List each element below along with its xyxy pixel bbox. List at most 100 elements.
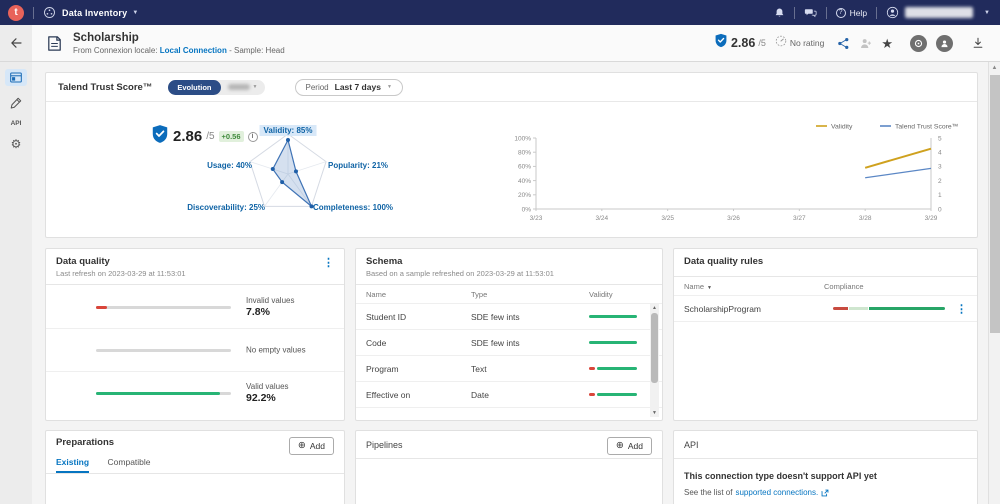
data-quality-title: Data quality [56, 256, 110, 267]
view-toggle-evolution[interactable]: Evolution [168, 79, 221, 95]
schema-table-body: Student ID SDE few ints Code SDE few ints Pr… [356, 303, 662, 417]
schema-scrollbar[interactable]: ▲ ▼ [650, 304, 659, 417]
chevron-down-icon: ▼ [386, 84, 392, 90]
plus-circle-icon: ⊕ [615, 440, 624, 452]
divider [825, 6, 827, 19]
owner-avatar-icon[interactable] [936, 34, 953, 52]
svg-text:Talend Trust Score™: Talend Trust Score™ [895, 123, 958, 130]
user-name-redacted [905, 7, 974, 18]
svg-text:3/23: 3/23 [530, 215, 543, 222]
table-row[interactable]: ScholarshipProgram ⋮ [674, 295, 977, 322]
app-switcher-icon[interactable] [43, 6, 56, 19]
preparations-card: Preparations Existing Compatible ⊕ Add [45, 430, 345, 504]
schema-field-name: Student ID [366, 311, 407, 322]
compliance-segment [849, 306, 869, 310]
talend-logo[interactable]: t [8, 4, 24, 21]
page-title: Scholarship [73, 31, 139, 44]
validity-bar [589, 367, 637, 370]
api-card: API This connection type doesn't support… [673, 430, 978, 504]
metric-value: 92.2% [246, 392, 276, 404]
compliance-bar [833, 306, 945, 310]
sidebar-item-api[interactable]: API [11, 120, 22, 127]
data-quality-rules-card: Data quality rules Name ▼ Compliance Scho… [673, 248, 978, 421]
kebab-menu-icon[interactable]: ⋮ [956, 302, 967, 315]
trust-card-body: 2.86 /5 +0.56 i Validity: 85% Popularity:… [46, 102, 977, 237]
back-button[interactable] [0, 25, 32, 61]
add-pipeline-button[interactable]: ⊕ Add [606, 437, 652, 455]
download-button[interactable] [972, 37, 984, 49]
period-select[interactable]: Period Last 7 days ▼ [294, 78, 403, 96]
view-toggle: Evolution ▼ [168, 79, 265, 95]
rating-control[interactable]: No rating [775, 34, 824, 52]
svg-text:3: 3 [938, 164, 942, 171]
table-row[interactable]: Effective on Date [356, 381, 662, 407]
quality-metric-row: Valid values 92.2% [46, 371, 344, 414]
column-header-name[interactable]: Name [356, 290, 471, 299]
sidebar-item-overview[interactable] [5, 69, 27, 86]
subtitle-separator: - [229, 45, 232, 55]
top-nav: t Data Inventory ▼ ? Help ▼ [0, 0, 1000, 25]
user-avatar-icon[interactable] [886, 6, 899, 19]
favorite-star-icon[interactable]: ★ [881, 37, 893, 50]
page-scrollbar[interactable]: ▲ [988, 62, 1000, 504]
divider [793, 6, 795, 19]
svg-text:40%: 40% [518, 178, 531, 185]
data-quality-metrics: Invalid values 7.8% No empty values Valid v… [46, 285, 344, 414]
tab-existing[interactable]: Existing [56, 457, 90, 473]
metric-labels: Invalid values 7.8% [246, 296, 294, 318]
svg-text:20%: 20% [518, 192, 531, 199]
add-preparation-button[interactable]: ⊕ Add [288, 437, 334, 455]
help-menu[interactable]: ? Help [835, 7, 867, 18]
app-badge-icon[interactable] [910, 34, 927, 52]
column-header-name[interactable]: Name ▼ [674, 282, 824, 291]
schema-field-name: Code [366, 337, 387, 348]
table-row[interactable]: Student ID SDE few ints [356, 303, 662, 329]
page-header: Scholarship From Connexion locale: Local… [0, 25, 1000, 62]
trust-score-card: Talend Trust Score™ Evolution ▼ Period L… [45, 72, 978, 238]
scrollbar-thumb[interactable] [990, 75, 1000, 333]
feedback-chat-icon[interactable] [804, 7, 817, 19]
svg-text:5: 5 [938, 135, 942, 142]
scroll-down-icon[interactable]: ▼ [650, 409, 659, 417]
column-header-compliance[interactable]: Compliance [824, 282, 864, 291]
invalid-segment [589, 367, 595, 370]
trust-score-summary: 2.86 /5 [714, 33, 766, 53]
sort-caret-icon: ▼ [707, 284, 712, 291]
chevron-down-icon[interactable]: ▼ [984, 10, 990, 16]
connection-link[interactable]: Local Connection [160, 46, 227, 55]
svg-text:4: 4 [938, 150, 942, 157]
scroll-up-icon[interactable]: ▲ [650, 304, 659, 312]
schema-field-name: Effective on [366, 389, 411, 400]
svg-text:60%: 60% [518, 164, 531, 171]
api-body: This connection type doesn't support API… [674, 459, 977, 497]
notifications-bell-icon[interactable] [774, 7, 785, 19]
column-header-type[interactable]: Type [471, 290, 589, 299]
svg-text:0%: 0% [522, 206, 532, 213]
column-header-validity[interactable]: Validity [589, 290, 662, 299]
rules-header: Data quality rules [674, 249, 977, 276]
table-row-partial [356, 407, 662, 417]
schema-column-headers: Name Type Validity [356, 285, 662, 303]
tab-compatible[interactable]: Compatible [108, 457, 151, 471]
scrollbar-thumb[interactable] [651, 313, 658, 384]
api-message: This connection type doesn't support API… [684, 471, 877, 481]
data-quality-card: Data quality Last refresh on 2023-03-29 … [45, 248, 345, 421]
table-row[interactable]: Program Text [356, 355, 662, 381]
supported-connections-link[interactable]: supported connections. [735, 488, 818, 497]
kebab-menu-icon[interactable]: ⋮ [323, 258, 334, 269]
scroll-up-icon[interactable]: ▲ [989, 62, 1000, 74]
view-toggle-redacted[interactable]: ▼ [221, 84, 265, 90]
quality-metric-row: No empty values [46, 328, 344, 371]
svg-text:3/26: 3/26 [727, 215, 740, 222]
metric-label: No empty values [246, 345, 306, 355]
sidebar-item-sample[interactable] [10, 97, 22, 109]
metric-label: Invalid values [246, 295, 295, 305]
chevron-down-icon[interactable]: ▼ [132, 10, 138, 16]
app-name[interactable]: Data Inventory [62, 8, 127, 18]
valid-segment [597, 393, 637, 396]
sidebar-item-settings[interactable]: ⚙ [11, 138, 22, 150]
table-row[interactable]: Code SDE few ints [356, 329, 662, 355]
schema-subtitle: Based on a sample refreshed on 2023-03-2… [366, 269, 554, 278]
svg-text:80%: 80% [518, 150, 531, 157]
share-button[interactable] [837, 37, 850, 50]
